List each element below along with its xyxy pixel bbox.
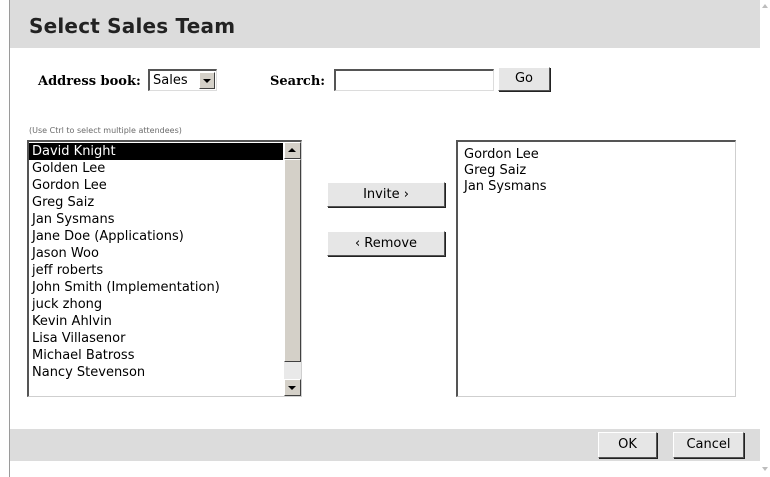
multi-select-hint: (Use Ctrl to select multiple attendees) <box>29 126 182 135</box>
dialog: Select Sales Team Address book: Sales Se… <box>9 0 760 477</box>
scroll-up-icon <box>762 4 768 8</box>
invited-attendees-list[interactable]: Gordon Lee Greg Saiz Jan Sysmans <box>456 140 736 397</box>
available-items: David Knight Golden Lee Gordon Lee Greg Sai… <box>29 143 283 381</box>
remove-button[interactable]: ‹ Remove <box>327 231 445 256</box>
list-item[interactable]: John Smith (Implementation) <box>29 279 283 296</box>
scroll-down-icon <box>762 467 768 471</box>
list-item[interactable]: Gordon Lee <box>29 177 283 194</box>
chevron-down-icon <box>203 79 211 83</box>
list-item[interactable]: Gordon Lee <box>462 147 547 163</box>
address-book-value: Sales <box>153 73 188 88</box>
scroll-down-button[interactable] <box>284 379 301 396</box>
ok-button[interactable]: OK <box>598 432 657 458</box>
scroll-up-button[interactable] <box>284 142 301 159</box>
list-item[interactable]: Kevin Ahlvin <box>29 313 283 330</box>
address-book-label: Address book: <box>38 74 141 89</box>
list-item[interactable]: jeff roberts <box>29 262 283 279</box>
scroll-down-icon <box>288 386 296 390</box>
available-attendees-list[interactable]: David Knight Golden Lee Gordon Lee Greg Sai… <box>27 140 302 397</box>
dialog-title: Select Sales Team <box>29 14 236 38</box>
scroll-up-icon <box>288 148 296 152</box>
list-item[interactable]: Nancy Stevenson <box>29 364 283 381</box>
list-scrollbar[interactable] <box>284 142 301 396</box>
invite-button[interactable]: Invite › <box>327 182 445 207</box>
list-item[interactable]: Jan Sysmans <box>29 211 283 228</box>
scroll-thumb[interactable] <box>284 159 301 362</box>
list-item[interactable]: Jane Doe (Applications) <box>29 228 283 245</box>
address-book-select[interactable]: Sales <box>148 69 217 91</box>
list-item[interactable]: Jan Sysmans <box>462 179 547 195</box>
list-item[interactable]: Lisa Villasenor <box>29 330 283 347</box>
search-input[interactable] <box>334 69 494 91</box>
cancel-button[interactable]: Cancel <box>673 432 744 458</box>
list-item[interactable]: Golden Lee <box>29 160 283 177</box>
list-item[interactable]: Greg Saiz <box>29 194 283 211</box>
list-item[interactable]: David Knight <box>29 143 283 160</box>
list-item[interactable]: juck zhong <box>29 296 283 313</box>
dropdown-button[interactable] <box>199 72 215 89</box>
list-item[interactable]: Michael Batross <box>29 347 283 364</box>
list-item[interactable]: Jason Woo <box>29 245 283 262</box>
go-button[interactable]: Go <box>498 67 550 91</box>
dialog-footer: OK Cancel <box>10 429 760 461</box>
invited-items: Gordon Lee Greg Saiz Jan Sysmans <box>462 147 547 195</box>
page-scrollbar[interactable] <box>760 0 770 477</box>
list-item[interactable]: Greg Saiz <box>462 163 547 179</box>
dialog-header: Select Sales Team <box>10 0 760 48</box>
search-label: Search: <box>270 74 326 89</box>
